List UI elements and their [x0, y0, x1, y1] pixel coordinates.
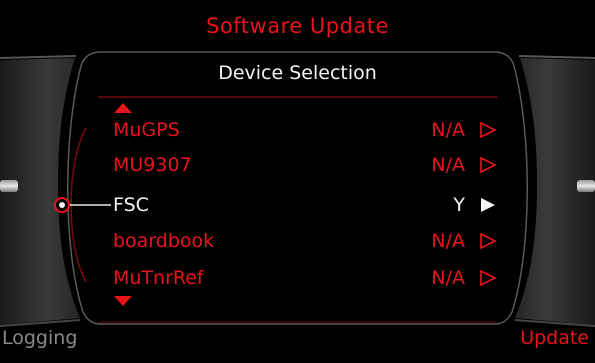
triangle-right-outline-icon [480, 270, 497, 286]
right-chrome-tab [577, 180, 595, 192]
bezel-frame [0, 51, 595, 327]
triangle-right-outline-icon [480, 233, 497, 249]
subtitle: Device Selection [218, 62, 377, 84]
device-name: MU9307 [113, 154, 192, 176]
device-name: MuTnrRef [113, 267, 204, 289]
list-item-mutnrref[interactable]: MuTnrRef N/A [113, 263, 505, 293]
scroll-down-icon[interactable] [114, 296, 132, 306]
screen: Software Update Device Selection MuGPS N… [0, 0, 595, 363]
device-status: N/A [431, 230, 465, 252]
scroll-up-icon[interactable] [114, 103, 132, 113]
device-name: boardbook [113, 230, 215, 252]
page-title: Software Update [206, 14, 389, 38]
device-status: N/A [431, 119, 465, 141]
left-chrome-tab [0, 180, 18, 192]
list-item-fsc[interactable]: FSC Y [113, 190, 505, 220]
list-item-mugps[interactable]: MuGPS N/A [113, 115, 505, 145]
device-name: FSC [113, 194, 149, 216]
triangle-right-outline-icon [480, 122, 497, 138]
list-item-boardbook[interactable]: boardbook N/A [113, 226, 505, 256]
update-softkey[interactable]: Update [520, 327, 589, 349]
list-item-mu9307[interactable]: MU9307 N/A [113, 150, 505, 180]
device-status: Y [453, 194, 465, 216]
device-status: N/A [431, 154, 465, 176]
device-name: MuGPS [113, 119, 180, 141]
device-status: N/A [431, 267, 465, 289]
triangle-right-filled-icon [481, 198, 495, 212]
triangle-right-outline-icon [480, 157, 497, 173]
logging-softkey[interactable]: Logging [2, 327, 77, 349]
